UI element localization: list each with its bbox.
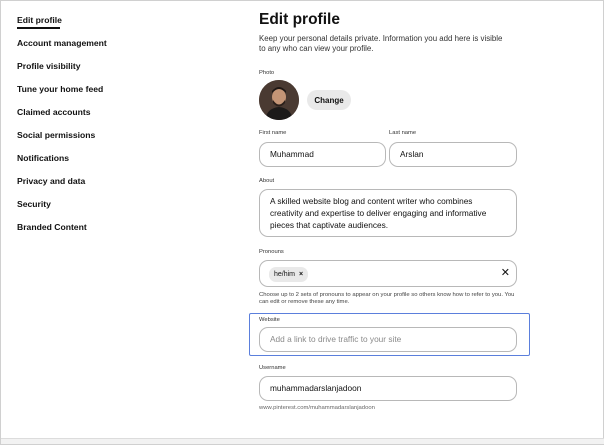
edit-profile-form: Edit profile Keep your personal details … — [249, 11, 530, 411]
clear-pronouns-icon[interactable]: ✕ — [501, 267, 510, 280]
sidebar-item-label: Social permissions — [17, 130, 96, 140]
sidebar-item-label: Profile visibility — [17, 61, 81, 71]
photo-label: Photo — [259, 70, 275, 76]
avatar-photo-icon — [259, 80, 299, 120]
sidebar-item-claimed-accounts[interactable]: Claimed accounts — [17, 106, 217, 129]
avatar — [259, 80, 299, 120]
sidebar-item-label: Edit profile — [17, 15, 62, 25]
pronouns-label: Pronouns — [259, 249, 284, 255]
sidebar-item-tune-home-feed[interactable]: Tune your home feed — [17, 83, 217, 106]
sidebar-item-label: Account management — [17, 38, 107, 48]
sidebar-item-account-management[interactable]: Account management — [17, 37, 217, 60]
last-name-field[interactable]: Arslan — [389, 142, 517, 167]
about-label: About — [259, 178, 275, 184]
username-field[interactable]: muhammadarslanjadoon — [259, 376, 517, 401]
sidebar-item-edit-profile[interactable]: Edit profile — [17, 14, 217, 37]
sidebar-item-label: Claimed accounts — [17, 107, 91, 117]
sidebar-item-social-permissions[interactable]: Social permissions — [17, 129, 217, 152]
first-name-field[interactable]: Muhammad — [259, 142, 386, 167]
sidebar-item-branded-content[interactable]: Branded Content — [17, 221, 217, 244]
sidebar-item-label: Branded Content — [17, 222, 87, 232]
sidebar-item-profile-visibility[interactable]: Profile visibility — [17, 60, 217, 83]
last-name-label: Last name — [389, 130, 417, 136]
bottom-divider — [1, 438, 604, 444]
username-label: Username — [259, 365, 286, 371]
sidebar-item-notifications[interactable]: Notifications — [17, 152, 217, 175]
chip-remove-icon[interactable]: × — [299, 271, 303, 278]
sidebar-item-privacy-and-data[interactable]: Privacy and data — [17, 175, 217, 198]
pronoun-chip-label: he/him — [274, 271, 296, 278]
sidebar-item-label: Security — [17, 199, 51, 209]
change-photo-button[interactable]: Change — [307, 90, 351, 110]
about-textarea[interactable]: A skilled website blog and content write… — [259, 189, 517, 237]
settings-sidebar: Edit profile Account management Profile … — [17, 14, 217, 244]
page-title: Edit profile — [259, 11, 340, 28]
website-label: Website — [259, 317, 280, 323]
settings-window: Edit profile Account management Profile … — [0, 0, 604, 445]
pronouns-help-text: Choose up to 2 sets of pronouns to appea… — [259, 292, 515, 305]
pronoun-chip: he/him × — [269, 267, 309, 282]
pronouns-field[interactable]: he/him × ✕ — [259, 260, 517, 287]
sidebar-item-label: Privacy and data — [17, 176, 86, 186]
profile-url: www.pinterest.com/muhammadarslanjadoon — [259, 405, 375, 411]
active-indicator — [17, 27, 60, 29]
first-name-label: First name — [259, 130, 287, 136]
sidebar-item-label: Tune your home feed — [17, 84, 104, 94]
website-input[interactable]: Add a link to drive traffic to your site — [259, 327, 517, 352]
page-description: Keep your personal details private. Info… — [259, 34, 503, 53]
sidebar-item-security[interactable]: Security — [17, 198, 217, 221]
sidebar-item-label: Notifications — [17, 153, 70, 163]
